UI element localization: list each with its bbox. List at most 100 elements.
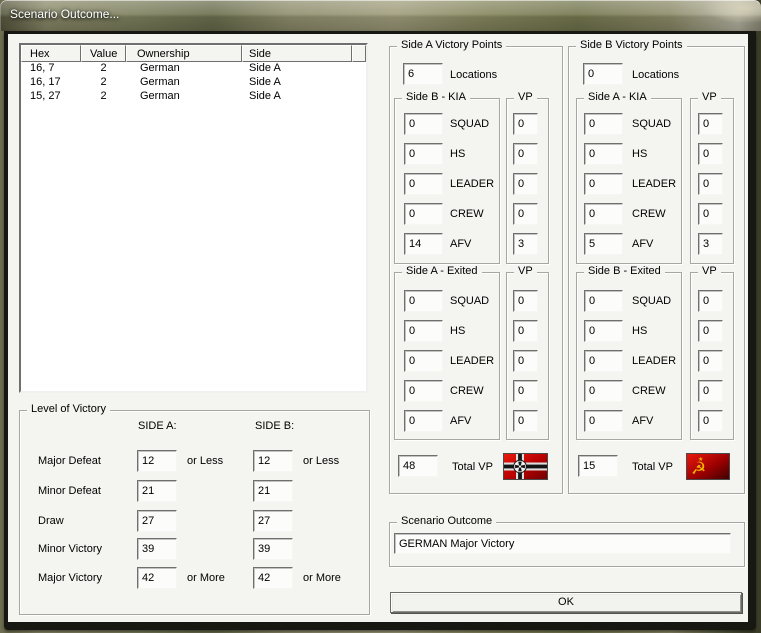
kia-unit-label: CREW (632, 208, 666, 220)
kia-count-field[interactable]: 0 (584, 143, 623, 165)
lov-side-b-field[interactable]: 39 (253, 538, 293, 560)
kia-vp-field[interactable]: 3 (698, 233, 723, 255)
cell-ownership: German (140, 90, 180, 102)
side-a-column-header: SIDE A: (138, 420, 177, 432)
kia-count-field[interactable]: 0 (404, 173, 443, 195)
side-b-panel-title: Side B Victory Points (576, 39, 687, 51)
lov-side-b-field[interactable]: 21 (253, 480, 293, 502)
exited-count-field[interactable]: 0 (404, 350, 443, 372)
column-header-hex[interactable]: Hex (21, 45, 81, 62)
side-b-kia-title: Side A - KIA (584, 91, 651, 103)
kia-count-field[interactable]: 0 (584, 113, 623, 135)
exited-vp-field[interactable]: 0 (698, 290, 723, 312)
kia-vp-field[interactable]: 0 (698, 143, 723, 165)
kia-count-field[interactable]: 0 (404, 143, 443, 165)
exited-unit-label: LEADER (632, 355, 677, 367)
lov-side-a-field[interactable]: 27 (137, 510, 177, 532)
window-titlebar[interactable]: Scenario Outcome... (0, 0, 761, 31)
kia-vp-field[interactable]: 0 (698, 173, 723, 195)
exited-count-field[interactable]: 0 (584, 380, 623, 402)
side-a-locations-label: Locations (450, 69, 498, 81)
exited-count-field[interactable]: 0 (404, 380, 443, 402)
side-a-total-vp-field[interactable]: 48 (398, 455, 438, 477)
exited-count-field[interactable]: 0 (584, 410, 623, 432)
exited-vp-field[interactable]: 0 (698, 350, 723, 372)
cell-side: Side A (249, 62, 281, 74)
exited-vp-field[interactable]: 0 (698, 320, 723, 342)
kia-unit-label: HS (450, 148, 466, 160)
locations-table[interactable]: Hex Value Ownership Side 16, 7 2 German … (19, 43, 368, 393)
kia-vp-field[interactable]: 0 (698, 113, 723, 135)
exited-count-field[interactable]: 0 (584, 320, 623, 342)
lov-side-b-suffix: or More (303, 572, 341, 584)
lov-side-a-field[interactable]: 12 (137, 450, 177, 472)
kia-vp-field[interactable]: 0 (513, 113, 538, 135)
exited-count-field[interactable]: 0 (404, 410, 443, 432)
exited-vp-field[interactable]: 0 (698, 410, 723, 432)
side-a-kia-title: Side B - KIA (402, 91, 470, 103)
vp-title: VP (698, 91, 721, 103)
lov-side-b-field[interactable]: 42 (253, 567, 293, 589)
kia-count-field[interactable]: 0 (584, 203, 623, 225)
scenario-outcome-title: Scenario Outcome (397, 515, 497, 527)
side-a-locations-field[interactable]: 6 (403, 63, 443, 85)
exited-count-field[interactable]: 0 (584, 290, 623, 312)
kia-vp-field[interactable]: 0 (513, 203, 538, 225)
exited-count-field[interactable]: 0 (404, 320, 443, 342)
cell-hex: 15, 27 (30, 90, 61, 102)
side-b-locations-label: Locations (632, 69, 680, 81)
exited-vp-field[interactable]: 0 (513, 320, 538, 342)
kia-count-field[interactable]: 14 (404, 233, 443, 255)
table-row[interactable]: 15, 27 2 German Side A (21, 90, 366, 104)
lov-side-a-suffix: or Less (187, 455, 224, 467)
lov-side-b-field[interactable]: 27 (253, 510, 293, 532)
lov-row-label: Minor Defeat (38, 485, 101, 497)
lov-side-a-field[interactable]: 39 (137, 538, 177, 560)
table-row[interactable]: 16, 7 2 German Side A (21, 62, 366, 76)
german-war-flag-icon (503, 453, 548, 480)
kia-unit-label: LEADER (450, 178, 495, 190)
kia-count-field[interactable]: 0 (404, 203, 443, 225)
exited-vp-field[interactable]: 0 (698, 380, 723, 402)
kia-count-field[interactable]: 0 (584, 173, 623, 195)
kia-vp-field[interactable]: 0 (698, 203, 723, 225)
exited-unit-label: AFV (632, 415, 654, 427)
exited-count-field[interactable]: 0 (404, 290, 443, 312)
lov-side-b-field[interactable]: 12 (253, 450, 293, 472)
lov-side-a-field[interactable]: 21 (137, 480, 177, 502)
lov-side-a-field[interactable]: 42 (137, 567, 177, 589)
exited-vp-field[interactable]: 0 (513, 380, 538, 402)
kia-count-field[interactable]: 5 (584, 233, 623, 255)
kia-unit-label: LEADER (632, 178, 677, 190)
ok-button[interactable]: OK (390, 592, 742, 613)
table-row[interactable]: 16, 17 2 German Side A (21, 76, 366, 90)
lov-row-label: Draw (38, 515, 64, 527)
column-header-side[interactable]: Side (242, 45, 352, 62)
kia-vp-field[interactable]: 0 (513, 143, 538, 165)
svg-text:★: ★ (698, 456, 703, 463)
column-header-ownership[interactable]: Ownership (126, 45, 242, 62)
kia-unit-label: AFV (632, 238, 654, 250)
exited-unit-label: HS (632, 325, 648, 337)
exited-count-field[interactable]: 0 (584, 350, 623, 372)
exited-vp-field[interactable]: 0 (513, 290, 538, 312)
column-header-value[interactable]: Value (81, 45, 126, 62)
kia-vp-field[interactable]: 3 (513, 233, 538, 255)
exited-vp-field[interactable]: 0 (513, 410, 538, 432)
kia-count-field[interactable]: 0 (404, 113, 443, 135)
vp-title: VP (514, 91, 537, 103)
vp-title: VP (698, 265, 721, 277)
exited-unit-label: SQUAD (450, 295, 490, 307)
game-background: Scenario Outcome... Hex Value Ownership … (0, 0, 761, 633)
scenario-outcome-field[interactable]: GERMAN Major Victory (394, 533, 731, 554)
side-b-total-vp-field[interactable]: 15 (578, 455, 618, 477)
dialog-frame: Hex Value Ownership Side 16, 7 2 German … (4, 31, 756, 630)
exited-vp-field[interactable]: 0 (513, 350, 538, 372)
side-b-locations-field[interactable]: 0 (583, 63, 623, 85)
kia-vp-field[interactable]: 0 (513, 173, 538, 195)
side-b-total-vp-label: Total VP (632, 461, 673, 473)
side-a-total-vp-label: Total VP (452, 461, 493, 473)
dialog-client: Hex Value Ownership Side 16, 7 2 German … (8, 34, 748, 622)
exited-unit-label: HS (450, 325, 466, 337)
level-of-victory-title: Level of Victory (27, 403, 111, 415)
